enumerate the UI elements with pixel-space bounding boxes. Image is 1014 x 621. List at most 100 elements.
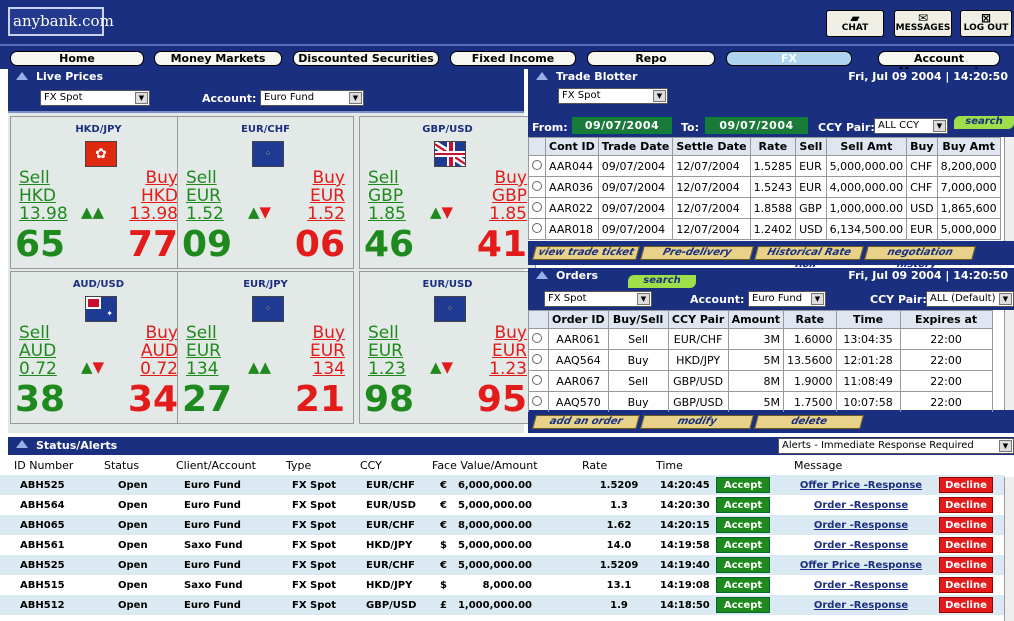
table-row[interactable]: AAR018 09/07/2004 12/07/2004 1.2402 USD 6,134… <box>528 218 1001 240</box>
orders-product-select[interactable]: FX Spot ▼ <box>544 291 652 307</box>
nav-discounted-securities[interactable]: Discounted Securities <box>293 51 439 66</box>
radio-button[interactable] <box>532 159 542 170</box>
buy-button[interactable]: Buy EUR 1.52 <box>307 169 345 223</box>
sell-big-pips[interactable]: 27 <box>182 380 232 420</box>
decline-button[interactable]: Decline <box>939 557 993 573</box>
buy-button[interactable]: Buy EUR 1.23 <box>489 324 527 378</box>
buy-button[interactable]: Buy AUD 0.72 <box>140 324 178 378</box>
table-row[interactable]: AAR067 Sell GBP/USD 8M 1.9000 11:08:49 22:00 <box>528 370 993 392</box>
accept-button[interactable]: Accept <box>716 597 770 613</box>
blotter-product-select[interactable]: FX Spot ▼ <box>558 88 668 104</box>
radio-button[interactable] <box>532 374 542 385</box>
accept-button[interactable]: Accept <box>716 477 770 493</box>
message-link[interactable]: Offer Price -Response <box>800 560 922 571</box>
orders-ccy-pair-select[interactable]: ALL (Default) ▼ <box>926 291 1014 307</box>
collapse-icon[interactable] <box>536 271 548 279</box>
blotter-search-button[interactable]: search <box>954 116 1014 129</box>
row-select-cell[interactable] <box>528 197 546 219</box>
messages-button[interactable]: ✉ MESSAGES <box>894 10 952 37</box>
orders-account-select[interactable]: Euro Fund ▼ <box>748 291 826 307</box>
ccy-pair-select[interactable]: ALL CCY ▼ <box>874 118 948 134</box>
sell-big-pips[interactable]: 98 <box>364 380 414 420</box>
table-row[interactable]: AAQ564 Buy HKD/JPY 5M 13.5600 12:01:28 22:00 <box>528 349 993 371</box>
anybank-logo[interactable]: anybank.com <box>8 7 114 36</box>
accept-button[interactable]: Accept <box>716 517 770 533</box>
pre-delivery-button[interactable]: Pre-delivery <box>640 246 754 260</box>
decline-button[interactable]: Decline <box>939 597 993 613</box>
radio-button[interactable] <box>532 332 542 343</box>
blotter-scrollbar[interactable] <box>1004 137 1014 241</box>
row-select-cell[interactable] <box>528 176 546 198</box>
collapse-icon[interactable] <box>16 440 28 448</box>
accept-button[interactable]: Accept <box>716 497 770 513</box>
table-row[interactable]: AAQ570 Buy GBP/USD 5M 1.7500 10:07:58 22:00 <box>528 391 993 413</box>
buy-button[interactable]: Buy GBP 1.85 <box>489 169 527 223</box>
buy-big-pips[interactable]: 34 <box>128 380 178 420</box>
radio-button[interactable] <box>532 180 542 191</box>
product-select[interactable]: FX Spot ▼ <box>40 90 150 106</box>
decline-button[interactable]: Decline <box>939 517 993 533</box>
delete-order-button[interactable]: delete <box>754 415 864 429</box>
view-trade-ticket-button[interactable]: view trade ticket <box>532 246 640 260</box>
orders-search-button[interactable]: search <box>628 275 696 288</box>
nav-fx[interactable]: FX <box>726 51 852 66</box>
sell-button[interactable]: Sell EUR 1.23 <box>368 324 406 378</box>
decline-button[interactable]: Decline <box>939 537 993 553</box>
alert-row[interactable]: ABH525 Open Euro Fund FX Spot EUR/CHF €6,000,… <box>0 475 1004 495</box>
radio-button[interactable] <box>532 201 542 212</box>
to-date-input[interactable]: 09/07/2004 <box>705 117 808 134</box>
message-link[interactable]: Order -Response <box>814 600 908 611</box>
sell-big-pips[interactable]: 38 <box>15 380 65 420</box>
message-link[interactable]: Order -Response <box>814 520 908 531</box>
sell-button[interactable]: Sell HKD 13.98 <box>19 169 68 223</box>
logout-button[interactable]: ⊠ LOG OUT <box>960 10 1012 37</box>
alerts-scrollbar[interactable] <box>1004 477 1014 621</box>
from-date-input[interactable]: 09/07/2004 <box>572 117 672 134</box>
row-select-cell[interactable] <box>528 370 549 392</box>
alerts-filter-select[interactable]: Alerts - Immediate Response Required ▼ <box>778 438 1014 454</box>
table-row[interactable]: AAR044 09/07/2004 12/07/2004 1.5285 EUR 5,000… <box>528 155 1001 177</box>
alert-row[interactable]: ABH512 Open Euro Fund FX Spot GBP/USD £1,000,… <box>0 595 1004 615</box>
sell-button[interactable]: Sell GBP 1.85 <box>368 169 406 223</box>
buy-big-pips[interactable]: 95 <box>477 380 527 420</box>
radio-button[interactable] <box>532 222 542 233</box>
message-link[interactable]: Order -Response <box>814 500 908 511</box>
chat-button[interactable]: ▰ CHAT <box>826 10 884 37</box>
row-select-cell[interactable] <box>528 328 549 350</box>
alert-row[interactable]: ABH065 Open Euro Fund FX Spot EUR/CHF €8,000,… <box>0 515 1004 535</box>
nav-money-markets[interactable]: Money Markets <box>154 51 282 66</box>
nav-account-management[interactable]: Account Management <box>878 51 1000 78</box>
collapse-icon[interactable] <box>16 72 28 80</box>
add-order-button[interactable]: add an order <box>532 415 640 429</box>
nav-repo[interactable]: Repo <box>587 51 715 66</box>
sell-big-pips[interactable]: 46 <box>364 225 414 265</box>
modify-order-button[interactable]: modify <box>640 415 754 429</box>
sell-big-pips[interactable]: 65 <box>15 225 65 265</box>
accept-button[interactable]: Accept <box>716 577 770 593</box>
decline-button[interactable]: Decline <box>939 497 993 513</box>
negotiation-history-button[interactable]: negotiation history <box>864 246 976 270</box>
alert-row[interactable]: ABH564 Open Euro Fund FX Spot EUR/USD €5,000,… <box>0 495 1004 515</box>
buy-big-pips[interactable]: 77 <box>128 225 178 265</box>
table-row[interactable]: AAR061 Sell EUR/CHF 3M 1.6000 13:04:35 22:00 <box>528 328 993 350</box>
radio-button[interactable] <box>532 395 542 406</box>
accept-button[interactable]: Accept <box>716 537 770 553</box>
alert-row[interactable]: ABH515 Open Saxo Fund FX Spot HKD/JPY $8,000.… <box>0 575 1004 595</box>
row-select-cell[interactable] <box>528 349 549 371</box>
orders-scrollbar[interactable] <box>1004 310 1014 410</box>
sell-button[interactable]: Sell EUR 1.52 <box>186 169 224 223</box>
table-row[interactable]: AAR036 09/07/2004 12/07/2004 1.5243 EUR 4,000… <box>528 176 1001 198</box>
sell-button[interactable]: Sell EUR 134 <box>186 324 221 378</box>
sell-button[interactable]: Sell AUD 0.72 <box>19 324 57 378</box>
alert-row[interactable]: ABH561 Open Saxo Fund FX Spot HKD/JPY $5,000,… <box>0 535 1004 555</box>
buy-button[interactable]: Buy HKD 13.98 <box>129 169 178 223</box>
sell-big-pips[interactable]: 09 <box>182 225 232 265</box>
buy-big-pips[interactable]: 41 <box>477 225 527 265</box>
alert-row[interactable]: ABH525 Open Euro Fund FX Spot EUR/CHF €5,000,… <box>0 555 1004 575</box>
decline-button[interactable]: Decline <box>939 477 993 493</box>
row-select-cell[interactable] <box>528 155 546 177</box>
collapse-icon[interactable] <box>536 72 548 80</box>
row-select-cell[interactable] <box>528 391 549 413</box>
row-select-cell[interactable] <box>528 218 546 240</box>
message-link[interactable]: Order -Response <box>814 540 908 551</box>
